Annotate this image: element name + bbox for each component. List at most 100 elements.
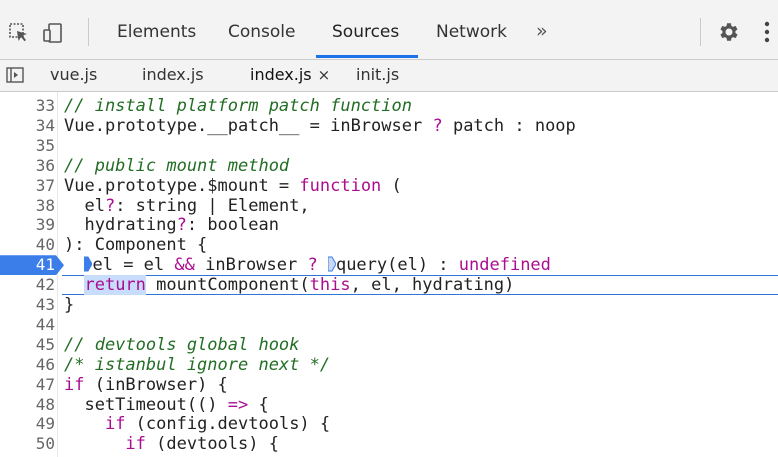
- line-number[interactable]: 35: [0, 136, 55, 156]
- code-token: if: [104, 414, 126, 435]
- code-token: undefined: [458, 255, 551, 276]
- code-line: 40 ): Component {: [0, 235, 778, 255]
- tab-console[interactable]: Console: [228, 22, 296, 42]
- code-token: /* istanbul ignore next */: [64, 354, 331, 375]
- line-number[interactable]: 34: [0, 116, 55, 136]
- code-line: 34 Vue.prototype.__patch__ = inBrowser ? …: [0, 116, 778, 136]
- file-tab-index-js-active[interactable]: index.js ×: [250, 65, 330, 85]
- code-token: (config.devtools) {: [125, 414, 331, 435]
- code-token: mountComponent(: [145, 275, 310, 296]
- tab-sources[interactable]: Sources: [332, 22, 399, 42]
- line-number[interactable]: 48: [0, 395, 55, 415]
- code-text: return mountComponent(this, el, hydratin…: [64, 275, 515, 296]
- line-number[interactable]: 40: [0, 235, 55, 255]
- code-token: if: [64, 374, 85, 395]
- code-token: setTimeout((): [64, 394, 228, 415]
- devtools-toolbar: Elements Console Sources Network »: [0, 0, 778, 60]
- code-line: 49 if (config.devtools) {: [0, 414, 778, 434]
- code-text: if (inBrowser) {: [64, 375, 228, 395]
- code-text: if (devtools) {: [64, 434, 279, 454]
- code-text: }: [64, 295, 74, 315]
- code-text: // devtools global hook: [64, 335, 299, 355]
- code-text: // public mount method: [64, 156, 289, 176]
- close-tab-icon[interactable]: ×: [318, 66, 331, 84]
- code-token: function: [299, 175, 382, 196]
- code-token: Vue.prototype.$mount =: [64, 175, 300, 196]
- code-token: ?: [432, 115, 443, 136]
- code-line: 36 // public mount method: [0, 156, 778, 176]
- code-text: /* istanbul ignore next */: [64, 355, 330, 375]
- line-number[interactable]: 33: [0, 96, 55, 116]
- code-token: &&: [174, 255, 195, 276]
- line-number[interactable]: 37: [0, 176, 55, 196]
- line-number[interactable]: 41: [0, 255, 55, 275]
- line-number[interactable]: 38: [0, 196, 55, 216]
- code-token: // devtools global hook: [64, 334, 300, 355]
- code-token: ): Component {: [64, 235, 208, 256]
- code-token: (: [381, 175, 402, 196]
- active-tab-indicator: [316, 55, 418, 58]
- code-text: setTimeout(() => {: [64, 394, 269, 415]
- file-tab-index-js[interactable]: index.js: [142, 65, 204, 85]
- line-number[interactable]: 42: [0, 275, 55, 295]
- code-token: inBrowser: [194, 255, 308, 276]
- file-tabs-bar: vue.js index.js index.js × init.js: [0, 60, 778, 92]
- tab-network[interactable]: Network: [436, 22, 507, 42]
- code-token: : string | Element,: [115, 195, 310, 216]
- code-token: el = el: [92, 255, 175, 276]
- code-text: ): Component {: [64, 235, 207, 255]
- code-line: 41 el = el && inBrowser ? query(el) : un…: [0, 255, 778, 276]
- line-number[interactable]: 39: [0, 215, 55, 235]
- code-line: 45 // devtools global hook: [0, 335, 778, 355]
- code-line: 46 /* istanbul ignore next */: [0, 355, 778, 375]
- line-number[interactable]: 49: [0, 414, 55, 434]
- code-token: {: [248, 394, 269, 415]
- code-line: 50 if (devtools) {: [0, 434, 778, 454]
- tab-elements[interactable]: Elements: [117, 22, 196, 42]
- line-number[interactable]: 44: [0, 315, 55, 335]
- code-token: el: [64, 195, 105, 216]
- code-token: , el, hydrating): [350, 275, 515, 296]
- code-line: 47 if (inBrowser) {: [0, 375, 778, 395]
- code-token: : boolean: [186, 215, 279, 236]
- code-line: 38 el?: string | Element,: [0, 196, 778, 216]
- code-line: 33 // install platform patch function: [0, 96, 778, 116]
- code-token: }: [64, 295, 75, 315]
- line-number[interactable]: 47: [0, 375, 55, 395]
- code-text: // install platform patch function: [64, 96, 412, 116]
- settings-gear-icon[interactable]: [716, 20, 740, 44]
- code-line: 35: [0, 136, 778, 156]
- code-token: (devtools) {: [145, 434, 279, 455]
- code-token: Vue.prototype.__patch__ = inBrowser: [64, 115, 433, 136]
- code-token: hydrating: [64, 215, 177, 236]
- inline-breakpoint-icon[interactable]: [327, 256, 336, 272]
- code-text: Vue.prototype.$mount = function (: [64, 176, 402, 196]
- line-number[interactable]: 50: [0, 434, 55, 454]
- code-text: if (config.devtools) {: [64, 414, 330, 434]
- code-token: this: [309, 275, 351, 296]
- more-options-icon[interactable]: [764, 20, 770, 44]
- line-number[interactable]: 43: [0, 295, 55, 315]
- code-token: ?: [176, 215, 187, 236]
- file-tab-label: index.js: [250, 65, 312, 84]
- code-token: // public mount method: [64, 155, 290, 176]
- code-token: patch : noop: [442, 115, 576, 136]
- code-line: 43}: [0, 295, 778, 315]
- code-token: (inBrowser) {: [84, 374, 228, 395]
- line-number[interactable]: 45: [0, 335, 55, 355]
- code-token: query(el) :: [335, 255, 459, 276]
- inspect-element-icon[interactable]: [8, 22, 30, 44]
- device-toolbar-icon[interactable]: [42, 22, 64, 44]
- toggle-navigator-icon[interactable]: [6, 67, 24, 83]
- code-token: ?: [307, 255, 318, 276]
- file-tab-vue-js[interactable]: vue.js: [50, 65, 97, 85]
- file-tab-init-js[interactable]: init.js: [356, 65, 399, 85]
- line-number[interactable]: 46: [0, 355, 55, 375]
- line-number[interactable]: 36: [0, 156, 55, 176]
- code-editor[interactable]: 33 // install platform patch function 34 Vu…: [0, 92, 778, 457]
- more-tabs-button[interactable]: »: [536, 20, 548, 42]
